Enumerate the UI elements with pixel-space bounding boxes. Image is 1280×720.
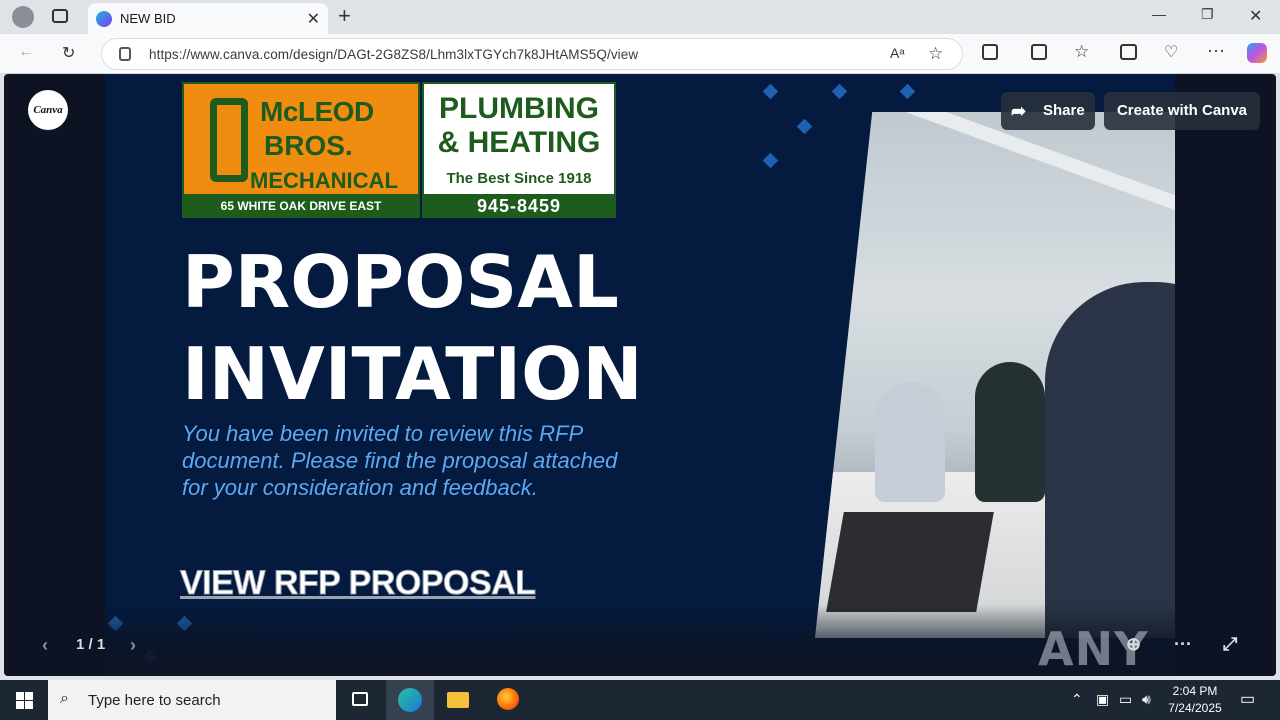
url-text: https://www.canva.com/design/DAGt-2G8ZS8… bbox=[149, 47, 639, 62]
collections-icon[interactable] bbox=[1120, 44, 1137, 60]
slide: McLEOD BROS. MECHANICAL 65 WHITE OAK DRI… bbox=[105, 74, 1175, 676]
logo-service-line1: PLUMBING bbox=[439, 92, 599, 125]
search-icon: ⌕ bbox=[60, 690, 69, 707]
refresh-icon[interactable]: ↻ bbox=[62, 43, 75, 63]
decor-diamond bbox=[899, 83, 916, 100]
company-logo: McLEOD BROS. MECHANICAL 65 WHITE OAK DRI… bbox=[182, 82, 616, 218]
firefox-icon[interactable] bbox=[484, 680, 532, 720]
anyrun-watermark: ANY RUN bbox=[1038, 622, 1149, 676]
meet-now-icon[interactable]: ▣ bbox=[1096, 691, 1109, 708]
edge-taskbar-icon[interactable] bbox=[386, 680, 434, 720]
logo-mark-icon bbox=[210, 98, 248, 182]
show-hidden-icons[interactable]: ⌃ bbox=[1071, 691, 1083, 708]
volume-icon[interactable]: 🔊︎ bbox=[1142, 691, 1151, 708]
logo-tagline: The Best Since 1918 bbox=[446, 170, 592, 187]
tab-actions-icon[interactable] bbox=[52, 9, 68, 23]
next-page-icon[interactable]: › bbox=[130, 635, 136, 656]
heading-line1: PROPOSAL bbox=[182, 240, 619, 324]
copilot-icon[interactable] bbox=[1247, 43, 1267, 63]
office-photo bbox=[815, 112, 1175, 638]
url-field[interactable]: https://www.canva.com/design/DAGt-2G8ZS8… bbox=[101, 38, 963, 70]
tab-close-icon[interactable]: ✕ bbox=[307, 9, 320, 29]
file-explorer-icon[interactable] bbox=[434, 680, 482, 720]
decor-diamond bbox=[831, 83, 848, 100]
maximize-button[interactable]: ❐ bbox=[1201, 6, 1214, 23]
task-view-icon[interactable] bbox=[336, 680, 384, 720]
more-icon[interactable]: ··· bbox=[1207, 40, 1225, 61]
decor-diamond bbox=[796, 118, 813, 135]
slide-heading: PROPOSAL INVITATION bbox=[182, 236, 643, 420]
minimize-button[interactable]: — bbox=[1152, 6, 1166, 22]
network-icon[interactable]: ▭ bbox=[1119, 691, 1132, 708]
logo-company-line2: BROS. bbox=[264, 130, 353, 161]
share-icon: ➦ bbox=[1011, 101, 1027, 121]
split-screen-icon[interactable] bbox=[1031, 44, 1047, 60]
favorite-icon[interactable]: ☆ bbox=[928, 44, 943, 64]
tab-new-bid[interactable]: NEW BID ✕ bbox=[88, 3, 328, 34]
page-indicator: 1 / 1 bbox=[76, 636, 106, 653]
view-rfp-proposal-link[interactable]: VIEW RFP PROPOSAL bbox=[179, 564, 536, 603]
browser-essentials-icon[interactable]: ♡ bbox=[1164, 42, 1178, 62]
logo-service: PLUMBING & HEATING bbox=[422, 92, 616, 160]
notifications-icon[interactable]: ▭ bbox=[1240, 689, 1255, 709]
more-options-icon[interactable]: ··· bbox=[1174, 634, 1192, 655]
clock-date: 7/24/2025 bbox=[1168, 701, 1222, 715]
tab-title: NEW BID bbox=[120, 11, 176, 26]
taskbar: ⌕ Type here to search ⌃ ▣ ▭ 🔊︎ 2:04 PM 7… bbox=[0, 680, 1280, 720]
windows-logo-icon bbox=[16, 692, 24, 700]
lock-icon bbox=[119, 47, 131, 61]
heading-line2: INVITATION bbox=[182, 332, 643, 416]
new-tab-button[interactable]: + bbox=[338, 3, 351, 29]
favorites-icon[interactable]: ☆ bbox=[1074, 42, 1089, 62]
profile-icon[interactable] bbox=[12, 6, 34, 28]
logo-company-line1: McLEOD bbox=[260, 96, 374, 127]
read-aloud-icon[interactable]: Aᵃ bbox=[890, 45, 905, 61]
prev-page-icon[interactable]: ‹ bbox=[42, 635, 48, 656]
slide-body: You have been invited to review this RFP… bbox=[182, 421, 618, 500]
extensions-icon[interactable] bbox=[982, 44, 998, 60]
clock-time: 2:04 PM bbox=[1172, 684, 1218, 698]
logo-address: 65 WHITE OAK DRIVE EAST bbox=[182, 194, 420, 218]
decor-diamond bbox=[762, 152, 779, 169]
clock[interactable]: 2:04 PM 7/24/2025 bbox=[1160, 683, 1230, 717]
share-label: Share bbox=[1043, 102, 1085, 119]
zoom-icon[interactable]: ⊕ bbox=[1126, 634, 1141, 655]
close-window-button[interactable]: ✕ bbox=[1249, 6, 1262, 26]
logo-company-line3: MECHANICAL bbox=[250, 168, 398, 193]
canva-favicon-icon bbox=[96, 11, 112, 27]
canva-viewer: McLEOD BROS. MECHANICAL 65 WHITE OAK DRI… bbox=[4, 74, 1276, 676]
fullscreen-icon[interactable]: ⤢ bbox=[1223, 634, 1237, 655]
tab-bar: NEW BID ✕ + — ❐ ✕ bbox=[0, 0, 1280, 34]
taskbar-search[interactable]: ⌕ Type here to search bbox=[48, 680, 336, 720]
logo-phone: 945-8459 bbox=[422, 194, 616, 218]
search-placeholder: Type here to search bbox=[88, 692, 221, 709]
start-button[interactable] bbox=[0, 680, 48, 720]
logo-service-line2: & HEATING bbox=[437, 126, 601, 159]
back-icon[interactable]: ← bbox=[18, 43, 34, 61]
address-bar: ← ↻ https://www.canva.com/design/DAGt-2G… bbox=[0, 34, 1280, 74]
create-with-canva-button[interactable]: Create with Canva bbox=[1104, 92, 1260, 130]
share-button[interactable]: ➦ Share bbox=[1001, 92, 1095, 130]
decor-diamond bbox=[762, 83, 779, 100]
canva-logo[interactable]: Canva bbox=[28, 90, 68, 130]
